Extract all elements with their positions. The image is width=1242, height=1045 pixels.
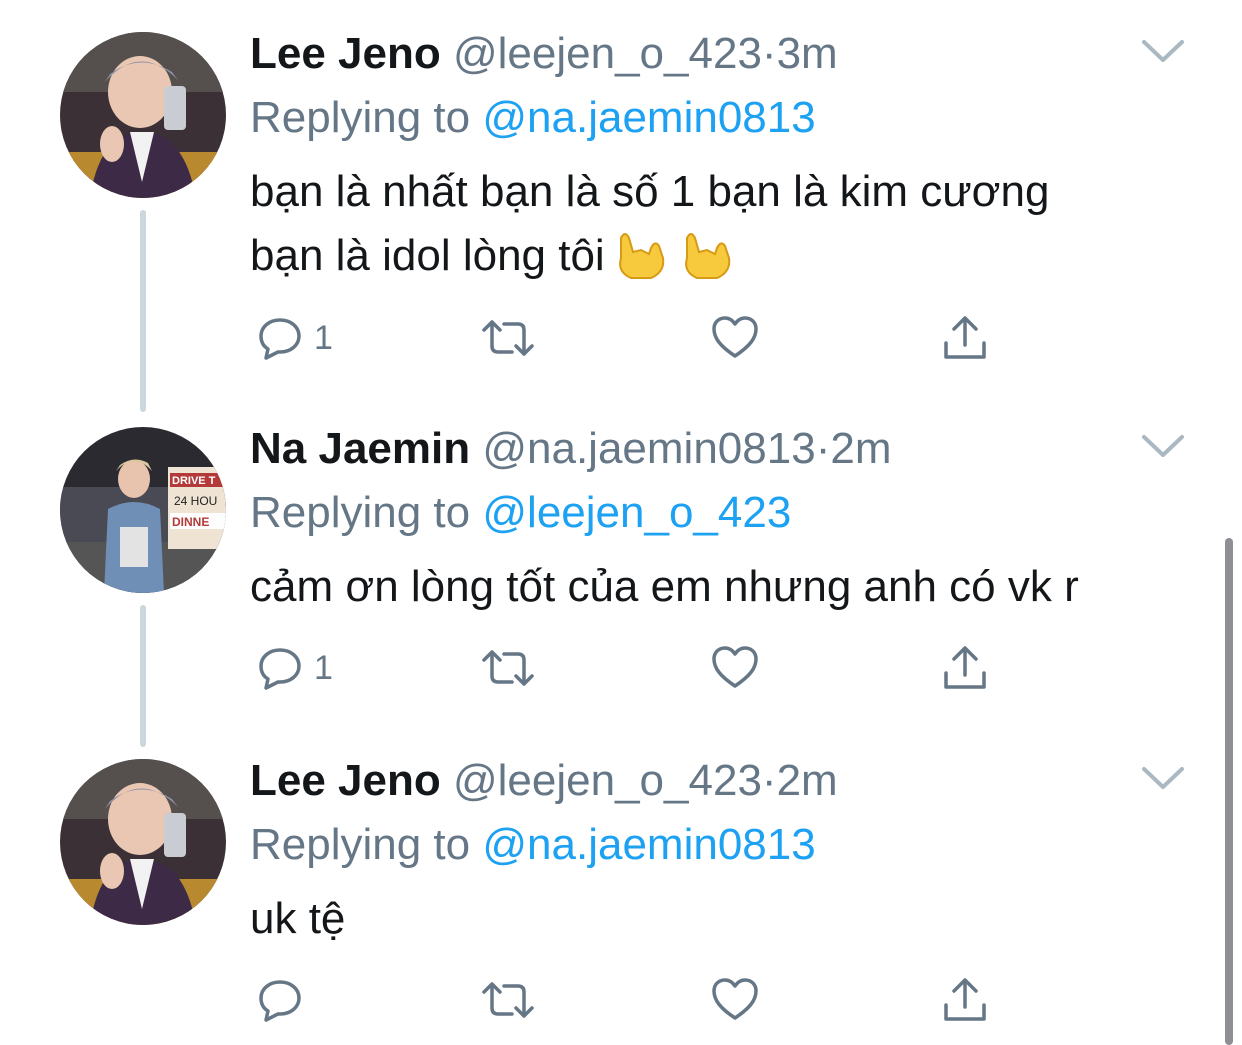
tweet-header: Na Jaemin @na.jaemin0813·2m [250,421,891,477]
tweet-text-line: bạn là idol lòng tôi [250,224,1150,288]
mention-link[interactable]: @leejen_o_423 [482,488,791,537]
timestamp[interactable]: 2m [777,756,838,805]
username[interactable]: @leejen_o_423 [453,756,762,805]
tweet-text: uk tệ [250,887,1150,951]
share-icon [944,646,986,689]
share-button[interactable] [940,310,990,366]
username[interactable]: @na.jaemin0813 [482,424,815,473]
like-button[interactable] [710,640,760,696]
sign-of-horns-emoji [618,233,664,279]
separator-dot: · [815,424,831,473]
share-icon [944,316,986,359]
tweet-actions: 1 [250,640,1010,696]
tweet-header: Lee Jeno @leejen_o_423·3m [250,26,838,82]
mention-link[interactable]: @na.jaemin0813 [482,93,815,142]
replying-to-label: Replying to [250,93,471,142]
reply-button[interactable]: 1 [256,640,333,696]
separator-dot: · [761,756,777,805]
reply-icon [259,648,301,690]
tweet-text-line: uk tệ [250,894,346,943]
sign-of-horns-emoji [684,233,730,279]
retweet-icon [482,650,534,686]
chevron-down-icon[interactable] [1140,36,1186,66]
like-button[interactable] [710,310,760,366]
tweet[interactable]: Lee Jeno @leejen_o_423·2m Replying to @n… [0,727,1225,1045]
avatar[interactable]: DRIVE T 24 HOU DINNE [60,427,226,593]
mention-link[interactable]: @na.jaemin0813 [482,820,815,869]
tweet[interactable]: Lee Jeno @leejen_o_423·3m Replying to @n… [0,0,1225,395]
share-button[interactable] [940,640,990,696]
tweet-actions [250,972,1010,1028]
tweet-actions: 1 [250,310,1010,366]
retweet-button[interactable] [480,310,536,366]
chevron-down-icon[interactable] [1140,431,1186,461]
username[interactable]: @leejen_o_423 [453,29,762,78]
tweet[interactable]: DRIVE T 24 HOU DINNE Na Jaemin @na.jaemi… [0,395,1225,730]
share-button[interactable] [940,972,990,1028]
tweet-text: bạn là nhất bạn là số 1 bạn là kim cương… [250,160,1150,288]
display-name[interactable]: Lee Jeno [250,756,441,805]
reply-button[interactable]: 1 [256,310,333,366]
tweet-header: Lee Jeno @leejen_o_423·2m [250,753,838,809]
replying-to-label: Replying to [250,488,471,537]
avatar[interactable] [60,32,226,198]
reply-button[interactable] [256,972,304,1028]
replying-to: Replying to @leejen_o_423 [250,485,791,541]
avatar-sign-text: 24 HOU [174,494,217,508]
avatar[interactable] [60,759,226,925]
timestamp[interactable]: 2m [830,424,891,473]
reply-count: 1 [314,318,333,357]
like-button[interactable] [710,972,760,1028]
display-name[interactable]: Lee Jeno [250,29,441,78]
replying-to: Replying to @na.jaemin0813 [250,90,816,146]
reply-icon [259,980,301,1022]
retweet-button[interactable] [480,972,536,1028]
retweet-icon [482,982,534,1018]
chevron-down-icon[interactable] [1140,763,1186,793]
retweet-icon [482,320,534,356]
heart-icon [712,646,758,688]
scrollbar[interactable] [1225,538,1233,1045]
tweet-text-line: bạn là nhất bạn là số 1 bạn là kim cương [250,167,1050,216]
tweet-text: cảm ơn lòng tốt của em nhưng anh có vk r [250,555,1150,619]
display-name[interactable]: Na Jaemin [250,424,470,473]
separator-dot: · [761,29,777,78]
heart-icon [712,978,758,1020]
reply-count: 1 [314,648,333,687]
share-icon [944,978,986,1021]
avatar-sign-text: DRIVE T [172,475,216,487]
timestamp[interactable]: 3m [777,29,838,78]
reply-icon [259,318,301,360]
heart-icon [712,316,758,358]
tweet-text-span: bạn là idol lòng tôi [250,231,605,280]
retweet-button[interactable] [480,640,536,696]
replying-to-label: Replying to [250,820,471,869]
avatar-sign-text: DINNE [172,515,209,529]
replying-to: Replying to @na.jaemin0813 [250,817,816,873]
tweet-text-line: cảm ơn lòng tốt của em nhưng anh có vk r [250,562,1079,611]
